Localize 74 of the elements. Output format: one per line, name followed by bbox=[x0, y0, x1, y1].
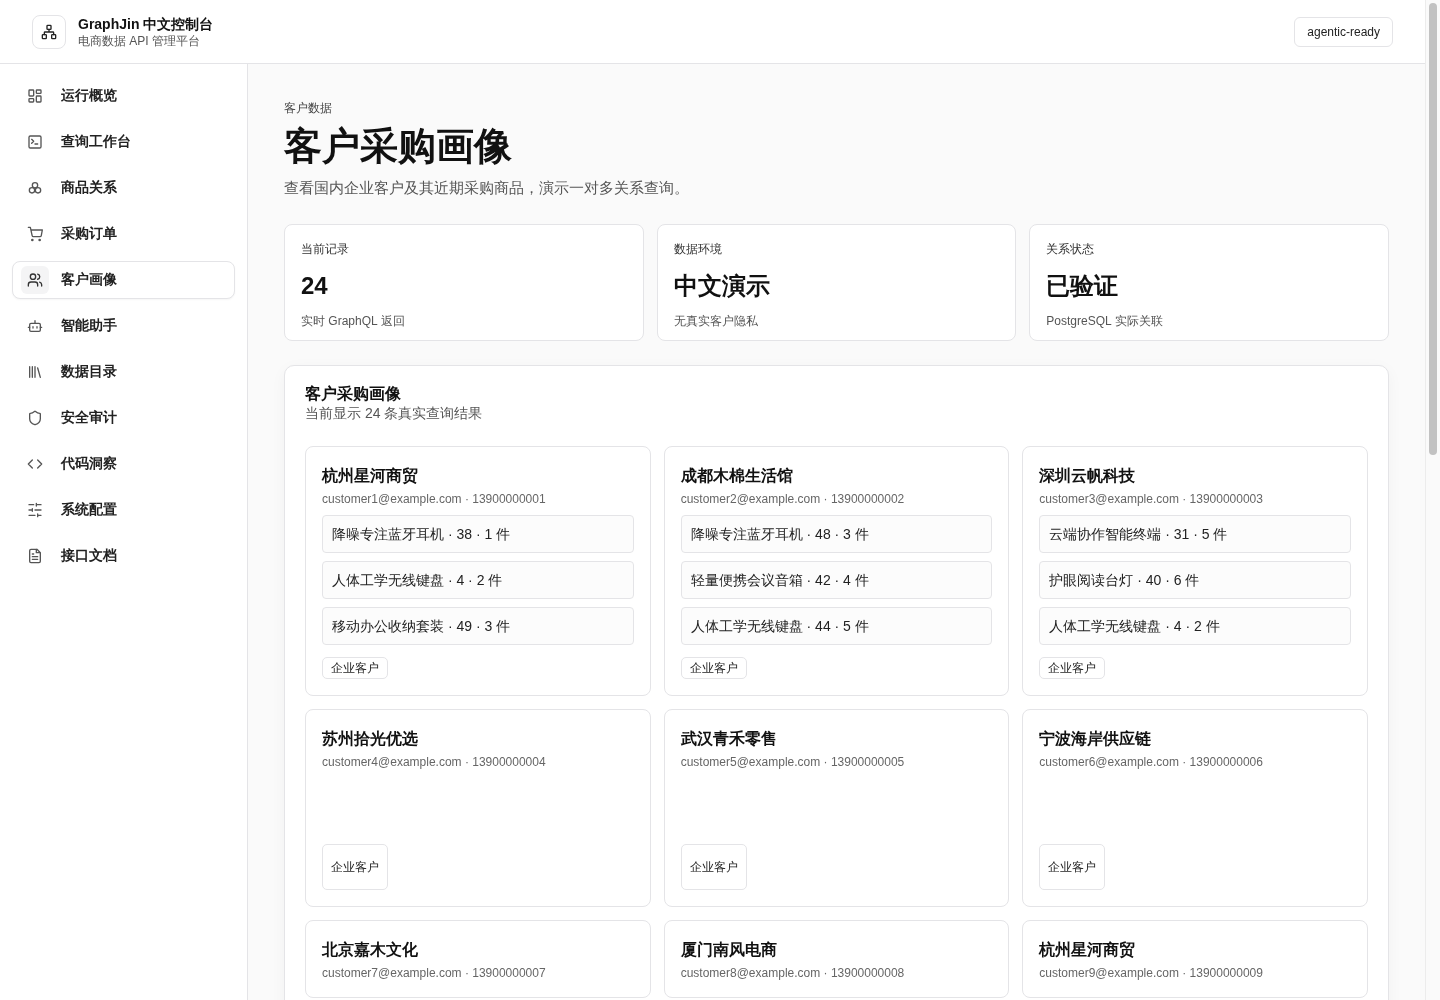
terminal-icon bbox=[27, 134, 43, 150]
purchase-item: 人体工学无线键盘 · 4 · 2 件 bbox=[1039, 607, 1351, 645]
hierarchy-icon bbox=[41, 23, 57, 40]
stat-label: 数据环境 bbox=[673, 241, 723, 257]
purchase-item: 人体工学无线键盘 · 44 · 5 件 bbox=[680, 607, 993, 645]
document-icon bbox=[27, 548, 43, 564]
customer-name: 深圳云帆科技 bbox=[1039, 466, 1137, 486]
page-title: 客户采购画像 bbox=[284, 124, 513, 169]
customer-contact: customer9@example.com · 13900000009 bbox=[1039, 965, 1264, 981]
nav-item[interactable]: 安全审计 bbox=[12, 399, 235, 437]
customer-name: 北京嘉木文化 bbox=[322, 940, 419, 960]
stat-value: 已验证 bbox=[1046, 271, 1120, 301]
page-description: 查看国内企业客户及其近期采购商品，演示一对多关系查询。 bbox=[284, 178, 690, 198]
customer-contact: customer1@example.com · 13900000001 bbox=[322, 491, 547, 507]
panel-subtitle: 当前显示 24 条真实查询结果 bbox=[305, 404, 484, 422]
purchase-item: 降噪专注蓝牙耳机 · 48 · 3 件 bbox=[680, 515, 993, 553]
purchase-item: 轻量便携会议音箱 · 42 · 4 件 bbox=[680, 561, 993, 599]
customer-name: 宁波海岸供应链 bbox=[1039, 729, 1153, 749]
library-icon bbox=[27, 364, 43, 380]
customer-tag: 企业客户 bbox=[680, 657, 747, 679]
nav-item[interactable]: 商品关系 bbox=[12, 169, 235, 207]
nav-item[interactable]: 采购订单 bbox=[12, 215, 235, 253]
status-badge: agentic-ready bbox=[1294, 16, 1393, 47]
stat-note: PostgreSQL 实际关联 bbox=[1046, 313, 1164, 329]
customer-tag: 企业客户 bbox=[1039, 844, 1106, 890]
stat-label: 关系状态 bbox=[1046, 241, 1096, 257]
customer-name: 杭州星河商贸 bbox=[322, 466, 419, 487]
panel-title: 客户采购画像 bbox=[305, 384, 402, 404]
customer-contact: customer6@example.com · 13900000006 bbox=[1039, 754, 1264, 770]
nav-item[interactable]: 接口文档 bbox=[12, 537, 235, 575]
purchase-item: 护眼阅读台灯 · 40 · 6 件 bbox=[1039, 561, 1351, 599]
nav-item[interactable]: 数据目录 bbox=[12, 353, 235, 391]
nav-item[interactable]: 查询工作台 bbox=[12, 123, 235, 161]
purchase-item: 降噪专注蓝牙耳机 · 38 · 1 件 bbox=[322, 515, 634, 553]
customer-contact: customer5@example.com · 13900000005 bbox=[680, 754, 906, 770]
customer-name: 苏州拾光优选 bbox=[322, 729, 419, 749]
app-subtitle: 电商数据 API 管理平台 bbox=[78, 32, 201, 49]
grid-icon bbox=[27, 88, 43, 104]
customer-tag: 企业客户 bbox=[1039, 657, 1106, 679]
nav-item[interactable]: 客户画像 bbox=[12, 261, 235, 299]
stat-note: 无真实客户隐私 bbox=[673, 313, 759, 329]
nav-item[interactable]: 系统配置 bbox=[12, 491, 235, 529]
customer-tag: 企业客户 bbox=[680, 844, 747, 890]
customer-contact: customer4@example.com · 13900000004 bbox=[322, 754, 547, 770]
cart-icon bbox=[27, 226, 43, 242]
customer-tag: 企业客户 bbox=[322, 657, 388, 679]
users-icon bbox=[27, 272, 43, 288]
scrollbar-thumb[interactable] bbox=[1429, 3, 1437, 455]
stat-note: 实时 GraphQL 返回 bbox=[301, 313, 406, 329]
shield-icon bbox=[27, 410, 43, 426]
customer-tag: 企业客户 bbox=[322, 844, 388, 890]
customer-name: 杭州星河商贸 bbox=[1039, 940, 1137, 961]
customer-contact: customer8@example.com · 13900000008 bbox=[680, 965, 906, 981]
customer-name: 武汉青禾零售 bbox=[680, 729, 778, 749]
customer-name: 厦门南风电商 bbox=[680, 940, 778, 960]
stat-value: 24 bbox=[301, 271, 329, 301]
customer-contact: customer2@example.com · 13900000002 bbox=[680, 491, 906, 507]
circles-icon bbox=[27, 180, 43, 196]
stat-value: 中文演示 bbox=[673, 271, 771, 301]
robot-icon bbox=[27, 318, 43, 334]
customer-contact: customer3@example.com · 13900000003 bbox=[1039, 491, 1264, 507]
nav-item[interactable]: 运行概览 bbox=[12, 77, 235, 115]
code-icon bbox=[27, 456, 43, 472]
stat-label: 当前记录 bbox=[301, 241, 350, 257]
nav-item[interactable]: 代码洞察 bbox=[12, 445, 235, 483]
purchase-item: 移动办公收纳套装 · 49 · 3 件 bbox=[322, 607, 634, 645]
sliders-icon bbox=[27, 502, 43, 518]
app-title: GraphJin 中文控制台 bbox=[78, 14, 214, 33]
customer-contact: customer7@example.com · 13900000007 bbox=[322, 965, 547, 981]
nav-item[interactable]: 智能助手 bbox=[12, 307, 235, 345]
page-eyebrow: 客户数据 bbox=[284, 100, 333, 116]
purchase-item: 云端协作智能终端 · 31 · 5 件 bbox=[1039, 515, 1351, 553]
purchase-item: 人体工学无线键盘 · 4 · 2 件 bbox=[322, 561, 634, 599]
customer-name: 成都木棉生活馆 bbox=[680, 466, 794, 486]
